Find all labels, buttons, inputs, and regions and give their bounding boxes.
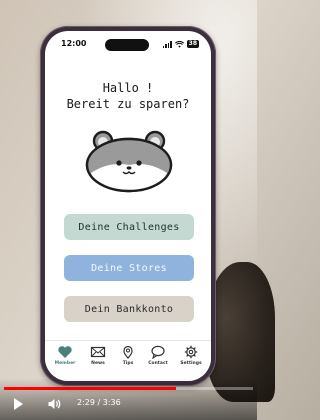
chat-bubble-icon — [151, 345, 165, 359]
tab-settings[interactable]: Settings — [176, 345, 206, 375]
stores-button[interactable]: Deine Stores — [64, 255, 194, 281]
challenges-button[interactable]: Deine Challenges — [64, 214, 194, 240]
bottom-tab-bar: Member News Tips Contact Settings — [45, 340, 211, 381]
tab-label: Member — [54, 361, 76, 366]
tab-contact[interactable]: Contact — [143, 345, 173, 375]
tab-member[interactable]: Member — [50, 345, 80, 375]
status-icons: 38 — [162, 39, 199, 49]
tab-label: Tips — [122, 361, 134, 366]
phone-screen: 12:00 38 Hallo ! Bereit zu sparen? Deine… — [45, 31, 211, 381]
bank-account-button[interactable]: Dein Bankkonto — [64, 296, 194, 322]
hamster-mascot-icon — [85, 130, 173, 193]
play-icon[interactable] — [14, 398, 23, 410]
status-time: 12:00 — [61, 39, 87, 48]
signal-icon — [162, 40, 172, 48]
phone-frame: 12:00 38 Hallo ! Bereit zu sparen? Deine… — [40, 26, 216, 386]
tab-label: Settings — [180, 361, 202, 366]
video-timecode: 2:29 / 3:36 — [77, 398, 121, 407]
heart-icon — [58, 346, 72, 358]
wifi-icon — [174, 40, 184, 48]
video-progress-bar[interactable] — [4, 387, 253, 390]
tab-tips[interactable]: Tips — [113, 345, 143, 375]
greeting-line-2: Bereit zu sparen? — [66, 97, 190, 111]
tab-label: Contact — [148, 361, 168, 366]
dynamic-island — [105, 39, 149, 51]
tab-news[interactable]: News — [83, 345, 113, 375]
status-bar: 12:00 38 — [45, 31, 211, 57]
mail-icon — [90, 346, 106, 358]
tab-label: News — [91, 361, 105, 366]
greeting-line-1: Hallo ! — [102, 81, 154, 95]
map-pin-icon — [123, 345, 133, 359]
video-controls: 2:29 / 3:36 — [0, 378, 257, 420]
volume-icon[interactable] — [47, 397, 61, 411]
battery-icon: 38 — [186, 40, 199, 48]
gear-icon — [184, 345, 198, 359]
video-progress-fill — [4, 387, 176, 390]
